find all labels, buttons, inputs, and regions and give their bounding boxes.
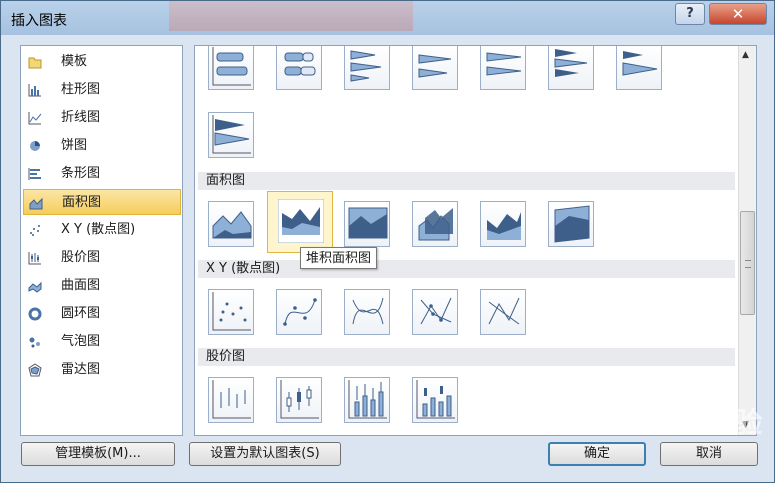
grip-icon [745,260,751,268]
category-label: 模板 [61,54,88,69]
category-item-line[interactable]: 折线图 [23,105,181,131]
scatter-chart-icon [28,223,42,237]
chart-tile-stock-vohlc[interactable] [412,377,458,423]
gallery-scrollbar[interactable]: ▲ ▼ [738,46,756,435]
category-item-pie[interactable]: 饼图 [23,133,181,159]
chart-tile-3d-percent-area[interactable] [548,201,594,247]
chart-tile-scatter-straight[interactable] [480,289,526,335]
area-chart-icon [29,196,43,210]
chart-tile-cone-bar[interactable] [344,46,390,90]
chart-tile-area[interactable] [208,201,254,247]
chart-tile-stock-hlc[interactable] [208,377,254,423]
category-label: 条形图 [61,166,101,181]
scrollbar-thumb[interactable] [740,211,755,315]
chart-tile-stacked-cone-bar[interactable] [412,46,458,90]
chart-tile-scatter-smooth-markers[interactable] [276,289,322,335]
category-label: 圆环图 [61,306,101,321]
pie-chart-icon [28,139,42,153]
chart-tile-scatter-smooth[interactable] [344,289,390,335]
bar-chart-icon [28,167,42,181]
chart-tile-stacked-area[interactable] [267,191,333,253]
category-item-scatter[interactable]: X Y (散点图) [23,217,181,243]
line-chart-icon [28,111,42,125]
category-item-surface[interactable]: 曲面图 [23,273,181,299]
category-label: X Y (散点图) [61,222,136,237]
category-label: 雷达图 [61,362,101,377]
category-label: 折线图 [61,110,101,125]
help-button[interactable]: ? [675,3,705,25]
close-button[interactable]: ✕ [709,3,767,25]
insert-chart-dialog: 插入图表 ? ✕ 模板 柱形图 折线图 饼图 条形图 面积图 X Y (散点图)… [0,0,775,483]
cancel-button[interactable]: 取消 [660,442,758,466]
surface-chart-icon [28,279,42,293]
radar-chart-icon [28,363,42,377]
chart-tile-3d-stacked-area[interactable] [480,201,526,247]
category-item-bubble[interactable]: 气泡图 [23,329,181,355]
category-item-stock[interactable]: 股价图 [23,245,181,271]
section-header-stock: 股价图 [198,348,735,366]
chart-tile-stock-vhlc[interactable] [344,377,390,423]
bubble-chart-icon [28,335,42,349]
category-item-bar[interactable]: 条形图 [23,161,181,187]
section-header-scatter: X Y (散点图) [198,260,735,278]
chart-tile-stacked-pyramid-bar[interactable] [616,46,662,90]
chart-tile-stacked-cylinder-bar[interactable] [276,46,322,90]
category-item-doughnut[interactable]: 圆环图 [23,301,181,327]
manage-templates-button[interactable]: 管理模板(M)... [21,442,175,466]
category-item-template[interactable]: 模板 [23,49,181,75]
category-label: 面积图 [62,195,102,210]
chart-tile-percent-pyramid-bar[interactable] [208,112,254,158]
ok-button[interactable]: 确定 [548,442,646,466]
category-item-column[interactable]: 柱形图 [23,77,181,103]
chart-gallery: 面积图 X Y (散点图) 股价图 ▲ ▼ [194,45,757,436]
chart-tile-cylinder-bar[interactable] [208,46,254,90]
chart-tile-scatter-straight-markers[interactable] [412,289,458,335]
scroll-up-arrow-icon[interactable]: ▲ [742,50,749,60]
section-header-area: 面积图 [198,172,735,190]
chart-tile-stock-ohlc[interactable] [276,377,322,423]
doughnut-chart-icon [28,307,42,321]
dialog-title: 插入图表 [11,13,67,29]
tooltip: 堆积面积图 [300,247,378,269]
category-label: 柱形图 [61,82,101,97]
category-label: 气泡图 [61,334,101,349]
chart-category-list: 模板 柱形图 折线图 饼图 条形图 面积图 X Y (散点图) 股价图 曲面图 … [20,45,183,436]
title-bar: 插入图表 ? ✕ [1,1,774,35]
set-default-chart-button[interactable]: 设置为默认图表(S) [189,442,341,466]
chart-tile-pyramid-bar[interactable] [548,46,594,90]
chart-tile-percent-stacked-area[interactable] [344,201,390,247]
category-label: 饼图 [61,138,88,153]
stock-chart-icon [28,251,42,265]
watermark-logo: Bai du 经验 [597,406,763,439]
category-item-area[interactable]: 面积图 [23,189,181,215]
category-item-radar[interactable]: 雷达图 [23,357,181,383]
chart-tile-scatter-markers[interactable] [208,289,254,335]
background-window-strip [169,1,413,31]
chart-tile-3d-area[interactable] [412,201,458,247]
category-label: 曲面图 [61,278,101,293]
folder-icon [28,55,42,69]
column-chart-icon [28,83,42,97]
chart-tile-percent-cone-bar[interactable] [480,46,526,90]
category-label: 股价图 [61,250,101,265]
